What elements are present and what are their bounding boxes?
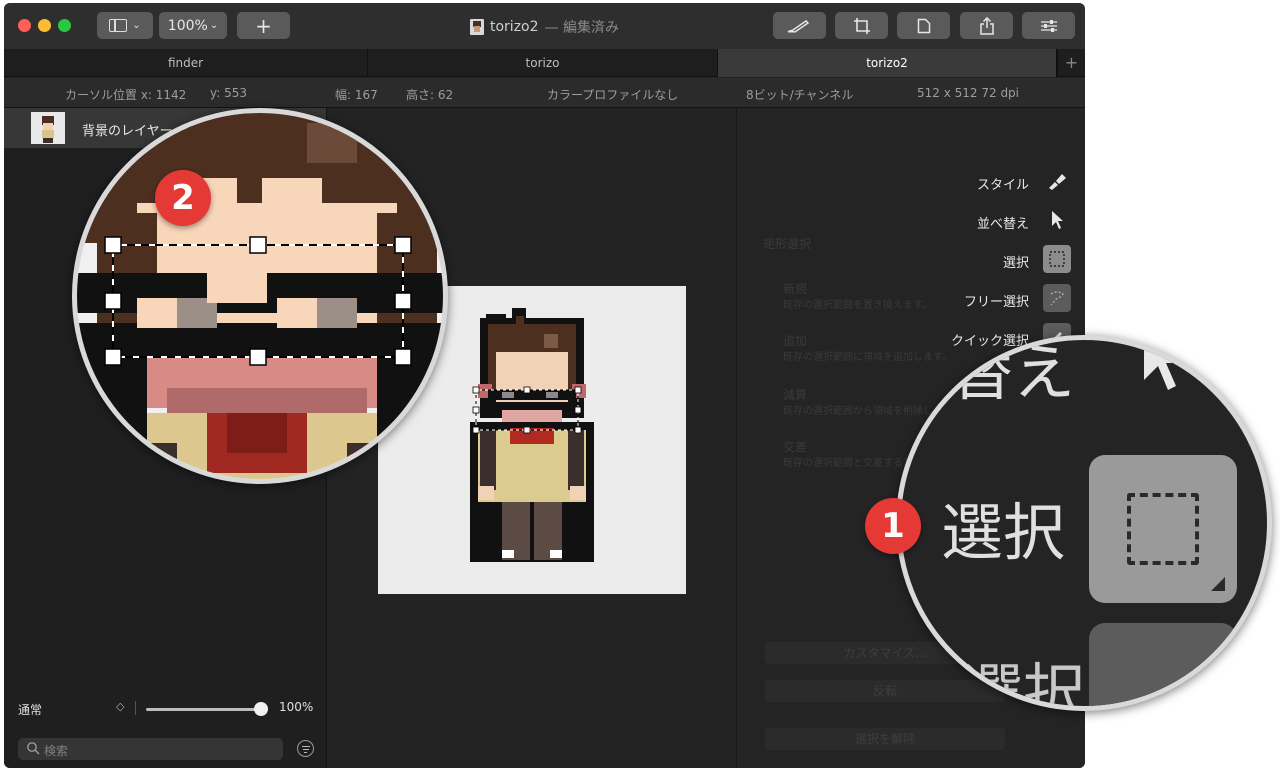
option-new-desc: 既存の選択範囲を置き換えます。 <box>783 300 932 311</box>
step-badge-1: 1 <box>865 498 921 554</box>
tab-finder[interactable]: finder <box>4 49 368 77</box>
deselect-button[interactable]: 選択を解除 <box>765 728 1005 750</box>
layer-thumbnail <box>31 112 65 144</box>
tool-select-label[interactable]: 選択 <box>1003 252 1029 271</box>
adjust-button[interactable] <box>1022 12 1075 39</box>
cursor-position-x: カーソル位置 x: 1142 <box>65 88 187 102</box>
blend-stepper-icon[interactable]: ◇ <box>116 700 124 713</box>
opacity-slider-knob[interactable] <box>254 702 268 716</box>
share-button[interactable] <box>960 12 1013 39</box>
edited-status: — 編集済み <box>544 20 619 36</box>
document-new-icon <box>917 18 930 33</box>
blend-mode-select[interactable]: 通常 <box>18 701 42 718</box>
magnified-character-image <box>77 113 443 479</box>
magnified-rect-select-icon <box>1089 455 1237 603</box>
rect-select-icon[interactable] <box>1043 245 1071 273</box>
magnified-arrow-icon <box>1144 340 1184 390</box>
magnifier-canvas <box>72 108 448 484</box>
selection-heading: 矩形選択 <box>763 237 812 251</box>
filter-icon[interactable] <box>297 740 314 757</box>
option-add-desc: 既存の選択範囲に領域を追加します。 <box>783 352 952 363</box>
new-tab-button[interactable]: + <box>1057 49 1085 77</box>
selection-height: 高さ: 62 <box>406 88 454 102</box>
markup-button[interactable] <box>773 12 826 39</box>
sliders-icon <box>1040 19 1057 32</box>
magnified-arrange-text: 替え <box>951 336 1076 409</box>
crop-icon <box>853 17 870 34</box>
magnified-free-select-text: 選択 <box>961 656 1086 711</box>
magnified-select-label: 選択 <box>941 496 1066 569</box>
document-title: torizo2 <box>490 19 539 35</box>
search-icon <box>27 742 40 755</box>
color-profile: カラープロファイルなし <box>547 88 679 102</box>
crop-button[interactable] <box>835 12 888 39</box>
opacity-slider[interactable] <box>146 708 261 711</box>
pen-icon <box>786 19 809 33</box>
option-subtract[interactable]: 減算 <box>783 386 807 403</box>
magnified-lasso-icon <box>1089 623 1237 706</box>
document-icon <box>470 19 484 35</box>
tool-style-label[interactable]: スタイル <box>977 174 1029 193</box>
option-add[interactable]: 追加 <box>783 332 807 349</box>
layer-search-field[interactable]: 検索 <box>18 738 283 760</box>
tool-free-select-label[interactable]: フリー選択 <box>964 291 1029 310</box>
option-intersect[interactable]: 交差 <box>783 438 807 455</box>
tool-arrange-label[interactable]: 並べ替え <box>977 213 1029 232</box>
tab-torizo[interactable]: torizo <box>368 49 718 77</box>
option-new[interactable]: 新規 <box>783 280 807 297</box>
tab-torizo2[interactable]: torizo2 <box>718 49 1057 77</box>
lasso-icon[interactable] <box>1043 284 1071 312</box>
info-bar: カーソル位置 x: 1142 y: 553 幅: 167 高さ: 62 カラープ… <box>4 78 1085 108</box>
title-bar: ⌄ 100% ⌄ + torizo2 — 編集済み <box>4 3 1085 49</box>
selection-width: 幅: 167 <box>335 88 378 102</box>
bit-depth: 8ビット/チャンネル <box>746 88 854 102</box>
cursor-position-y: y: 553 <box>210 86 247 100</box>
share-icon <box>979 16 994 35</box>
search-placeholder: 検索 <box>44 744 69 758</box>
opacity-value: 100% <box>279 700 314 714</box>
magnifier-tools: 替え 選択 選択 <box>896 335 1272 711</box>
step-badge-2: 2 <box>155 170 211 226</box>
image-size: 512 x 512 72 dpi <box>917 86 1020 100</box>
divider <box>135 701 136 715</box>
arrow-icon[interactable] <box>1043 206 1071 234</box>
tab-bar: finder torizo torizo2 + <box>4 49 1085 77</box>
brush-icon[interactable] <box>1043 167 1071 195</box>
new-document-button[interactable] <box>897 12 950 39</box>
